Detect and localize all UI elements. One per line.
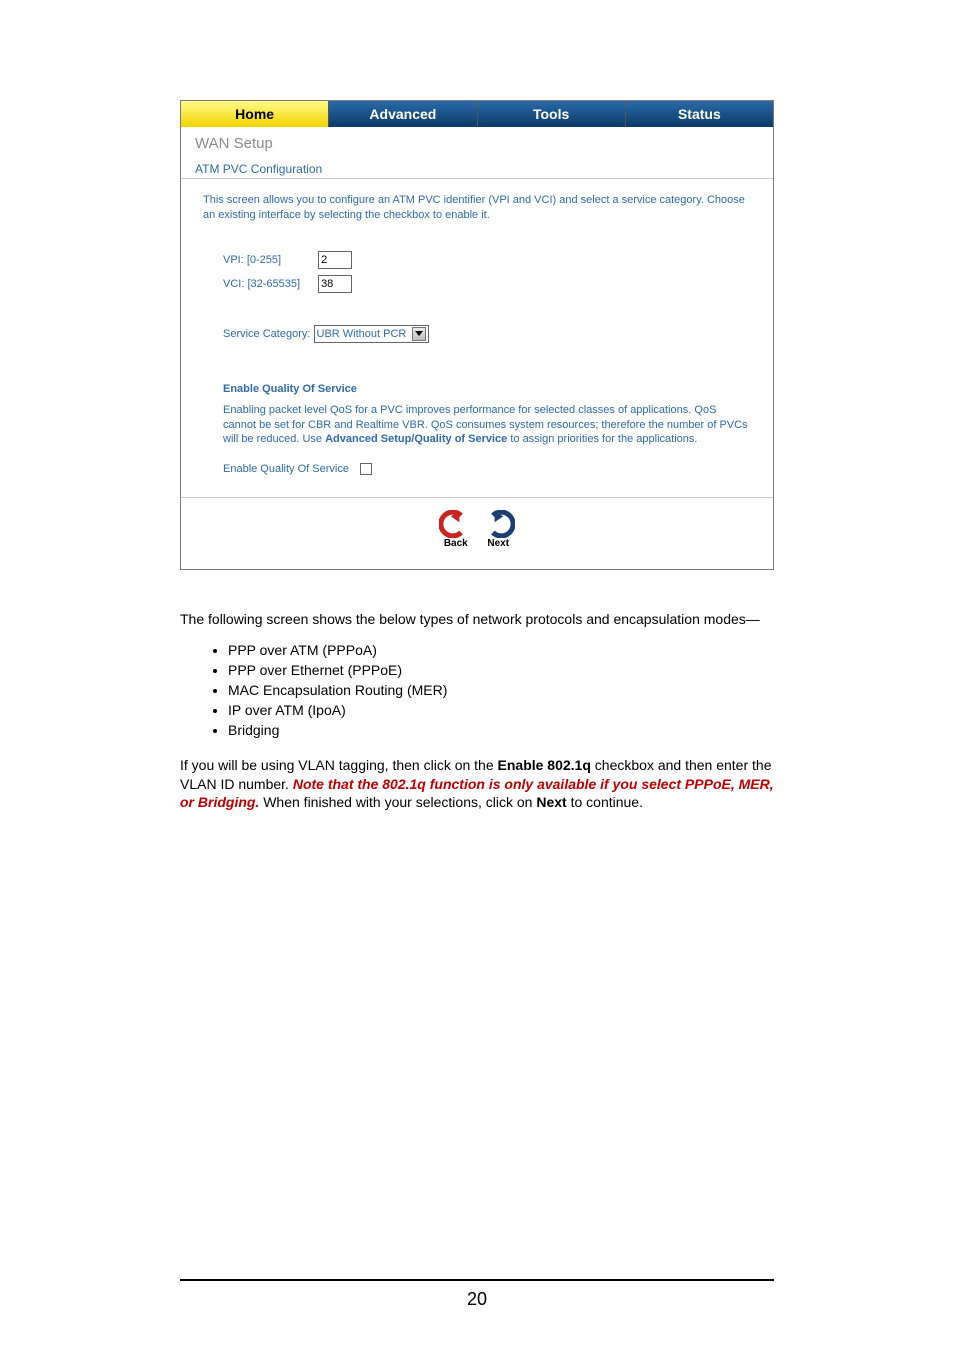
- main-tabs: Home Advanced Tools Status: [181, 101, 773, 127]
- qos-enable-label: Enable Quality Of Service: [223, 463, 349, 475]
- list-item: IP over ATM (IpoA): [228, 701, 774, 720]
- back-button[interactable]: Back: [439, 510, 473, 549]
- subsection-title: ATM PVC Configuration: [181, 158, 773, 179]
- vpi-label: VPI: [0-255]: [223, 254, 315, 266]
- arrow-left-icon: [439, 510, 473, 538]
- list-item: PPP over ATM (PPPoA): [228, 641, 774, 660]
- screen-description: This screen allows you to configure an A…: [203, 193, 751, 223]
- tab-home[interactable]: Home: [181, 101, 329, 127]
- document-body: The following screen shows the below typ…: [180, 610, 774, 812]
- qos-description: Enabling packet level QoS for a PVC impr…: [223, 403, 751, 448]
- vlan-paragraph: If you will be using VLAN tagging, then …: [180, 756, 774, 813]
- list-item: Bridging: [228, 721, 774, 740]
- qos-heading: Enable Quality Of Service: [223, 383, 751, 395]
- page-number: 20: [467, 1289, 487, 1309]
- tab-status[interactable]: Status: [626, 101, 773, 127]
- service-category-select[interactable]: UBR Without PCR: [314, 325, 429, 343]
- vpi-input[interactable]: [318, 251, 352, 269]
- next-button[interactable]: Next: [481, 510, 515, 549]
- qos-enable-checkbox[interactable]: [360, 463, 372, 475]
- vci-input[interactable]: [318, 275, 352, 293]
- service-category-value: UBR Without PCR: [317, 328, 407, 340]
- list-item: MAC Encapsulation Routing (MER): [228, 681, 774, 700]
- nav-buttons: Back Next: [181, 497, 773, 569]
- vci-label: VCI: [32-65535]: [223, 278, 315, 290]
- intro-paragraph: The following screen shows the below typ…: [180, 610, 774, 629]
- service-category-label: Service Category:: [223, 328, 310, 340]
- next-label: Next: [487, 538, 509, 549]
- service-category-row: Service Category: UBR Without PCR: [223, 325, 751, 343]
- page-footer: 20: [180, 1279, 774, 1310]
- list-item: PPP over Ethernet (PPPoE): [228, 661, 774, 680]
- arrow-right-icon: [481, 510, 515, 538]
- section-title: WAN Setup: [181, 127, 773, 158]
- back-label: Back: [444, 538, 468, 549]
- chevron-down-icon: [412, 327, 426, 341]
- qos-enable-row: Enable Quality Of Service: [223, 463, 751, 475]
- protocol-list: PPP over ATM (PPPoA) PPP over Ethernet (…: [228, 641, 774, 739]
- vpi-row: VPI: [0-255]: [223, 251, 751, 269]
- tab-advanced[interactable]: Advanced: [329, 101, 477, 127]
- tab-tools[interactable]: Tools: [478, 101, 626, 127]
- router-config-panel: Home Advanced Tools Status WAN Setup ATM…: [180, 100, 774, 570]
- vci-row: VCI: [32-65535]: [223, 275, 751, 293]
